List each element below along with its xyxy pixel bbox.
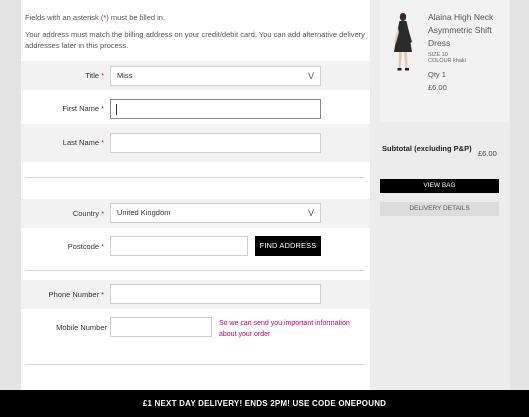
first-name-label: First Name * <box>62 104 104 113</box>
view-bag-button[interactable]: VIEW BAG <box>380 179 499 193</box>
last-name-row: Last Name * <box>21 124 370 162</box>
title-row: Title * Miss V <box>21 61 370 90</box>
postcode-row: Postcode * FIND ADDRESS <box>21 228 370 264</box>
section-divider <box>25 364 365 365</box>
title-select-value: Miss <box>117 71 133 80</box>
required-asterisk: * <box>101 242 104 251</box>
find-address-button[interactable]: FIND ADDRESS <box>255 236 321 256</box>
required-asterisk: * <box>101 71 104 80</box>
country-label-text: Country <box>72 209 100 218</box>
postcode-label: Postcode * <box>68 242 104 251</box>
required-asterisk: * <box>101 290 104 299</box>
right-gutter <box>510 0 529 417</box>
billing-note: Your address must match the billing addr… <box>25 30 365 50</box>
phone-label-text: Phone Number <box>48 290 100 299</box>
promo-banner[interactable]: £1 NEXT DAY DELIVERY! ENDS 2PM! USE CODE… <box>0 390 529 417</box>
first-name-input[interactable] <box>110 99 321 119</box>
mobile-help-text: So we can send you important information… <box>219 320 350 338</box>
required-note-prefix: Fields with an asterisk ( <box>25 13 104 22</box>
product-qty: Qty 1 <box>428 70 446 79</box>
subtotal-label: Subtotal (excluding P&P) <box>382 144 472 153</box>
country-label: Country * <box>73 209 104 218</box>
text-cursor <box>116 104 117 115</box>
country-select-value: United Kingdom <box>117 208 171 217</box>
required-asterisk: * <box>101 138 104 147</box>
last-name-input[interactable] <box>110 133 321 153</box>
chevron-down-icon: V <box>307 208 314 218</box>
left-gutter <box>0 0 21 417</box>
title-label-text: Title <box>85 71 100 80</box>
mobile-row: Mobile Number So we can send you importa… <box>21 309 370 353</box>
section-divider <box>25 270 365 271</box>
postcode-input[interactable] <box>110 236 248 256</box>
title-label: Title * <box>85 71 104 80</box>
country-select[interactable]: United Kingdom V <box>110 203 321 223</box>
required-asterisk: * <box>101 209 104 218</box>
postcode-label-text: Postcode <box>67 242 100 251</box>
phone-input[interactable] <box>110 284 321 304</box>
country-row: Country * United Kingdom V <box>21 199 370 228</box>
required-note-suffix: ) must be filled in. <box>106 13 166 22</box>
subtotal-value: £6.00 <box>478 149 497 158</box>
required-asterisk: * <box>101 104 104 113</box>
product-image[interactable] <box>390 12 416 72</box>
bag-summary: Alaina High Neck Asymmetric Shift Dress … <box>380 0 509 122</box>
phone-label: Phone Number * <box>49 290 104 299</box>
phone-row: Phone Number * <box>21 280 370 309</box>
first-name-label-text: First Name <box>62 104 100 113</box>
mobile-label: Mobile Number <box>56 323 107 332</box>
last-name-label: Last Name * <box>63 138 104 147</box>
delivery-details-button[interactable]: DELIVERY DETAILS <box>380 202 499 216</box>
mobile-input[interactable] <box>110 317 212 337</box>
first-name-row: First Name * <box>21 90 370 124</box>
chevron-down-icon: V <box>307 71 314 81</box>
product-price: £6.00 <box>428 83 447 92</box>
address-form: Fields with an asterisk ( * ) must be fill… <box>21 0 370 390</box>
section-divider <box>25 177 365 178</box>
required-note: Fields with an asterisk (*) must be fill… <box>25 12 165 23</box>
last-name-label-text: Last Name <box>62 138 100 147</box>
product-colour: COLOUR khaki <box>428 58 466 64</box>
product-name[interactable]: Alaina High Neck Asymmetric Shift Dress <box>428 11 508 50</box>
title-select[interactable]: Miss V <box>110 66 321 86</box>
